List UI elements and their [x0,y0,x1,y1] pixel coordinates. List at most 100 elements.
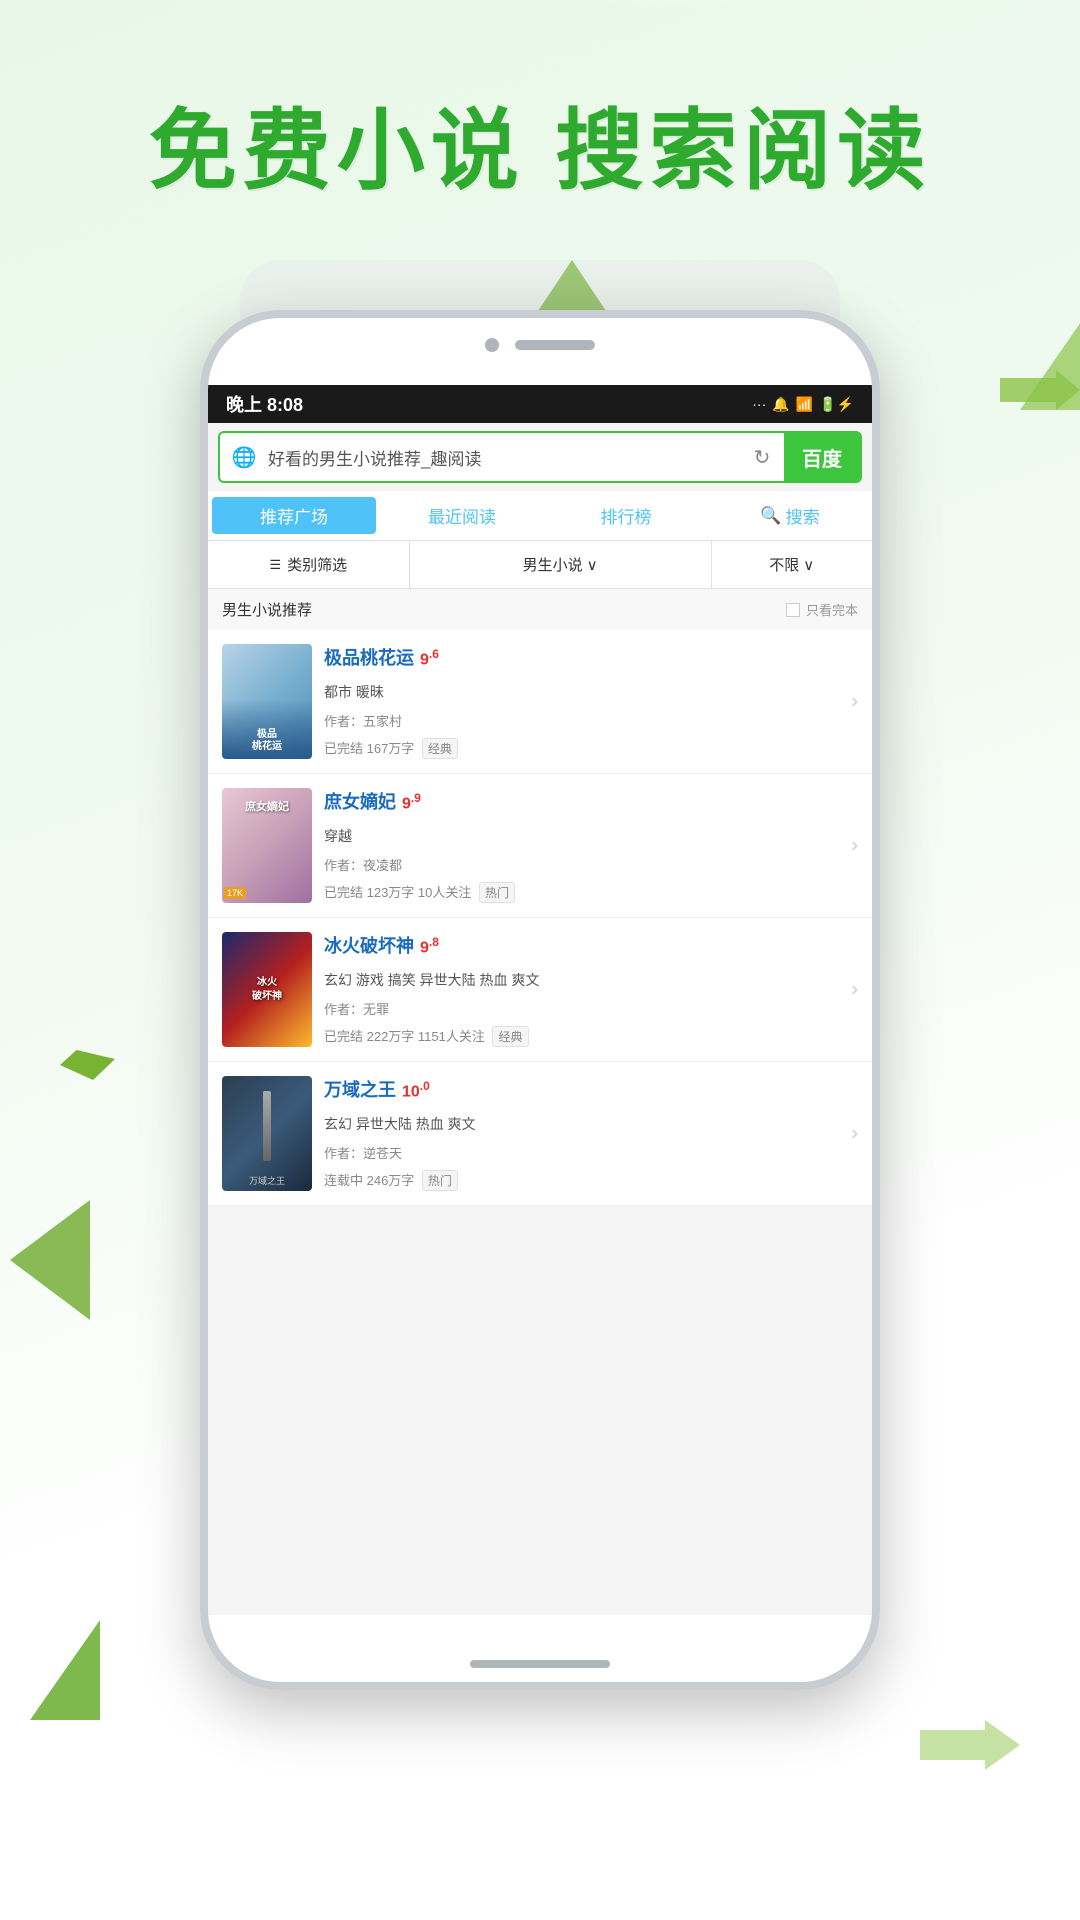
book-tags: 玄幻 游戏 搞笑 异世大陆 热血 爽文 [324,970,858,990]
book-item[interactable]: 庶女嫡妃 17K 庶女嫡妃 9.9 穿越 作者：夜凌都 已完结 123万字 10… [208,774,872,918]
book-rating: 9.8 [420,935,439,957]
chevron-right-icon: › [851,834,858,857]
book-title-row: 万域之王 10.0 [324,1076,858,1102]
book-title-row: 冰火破坏神 9.8 [324,932,858,958]
book-list: 极品桃花运 极品桃花运 9.6 都市 暖昧 作者：五家村 已完结 167万字 经… [208,630,872,1206]
complete-label: 只看完本 [806,600,858,619]
filter-limit-chevron: ∨ [803,556,814,574]
section-title: 男生小说推荐 [222,599,312,620]
book-item[interactable]: 万域之王 万域之王 10.0 玄幻 异世大陆 热血 爽文 作者：逆苍天 连载中 … [208,1062,872,1206]
filter-category-icon: ☰ [269,557,281,573]
refresh-icon[interactable]: ↻ [740,435,784,479]
book-info-4: 万域之王 10.0 玄幻 异世大陆 热血 爽文 作者：逆苍天 连载中 246万字… [312,1076,858,1191]
phone-top-bar [485,338,595,352]
tab-recent-label: 最近阅读 [428,503,496,528]
book-info-2: 庶女嫡妃 9.9 穿越 作者：夜凌都 已完结 123万字 10人关注 热门 [312,788,858,903]
book-info-3: 冰火破坏神 9.8 玄幻 游戏 搞笑 异世大陆 热血 爽文 作者：无罪 已完结 … [312,932,858,1047]
book-author: 作者：夜凌都 [324,855,858,874]
book-info-1: 极品桃花运 9.6 都市 暖昧 作者：五家村 已完结 167万字 经典 [312,644,858,759]
book-title: 冰火破坏神 [324,932,414,958]
book-rating: 9.6 [420,647,439,669]
book-cover-3: 冰火破坏神 [222,932,312,1047]
filter-type-label: 男生小说 [523,554,583,575]
bg-decor-arrow-bottom [920,1720,1020,1770]
filter-bar: ☰ 类别筛选 男生小说 ∨ 不限 ∨ [208,541,872,589]
phone-camera [485,338,499,352]
section-header: 男生小说推荐 只看完本 [208,589,872,630]
bg-decor-triangle-top [1020,280,1080,410]
cover-sword [263,1091,271,1161]
book-meta: 已完结 222万字 1151人关注 经典 [324,1026,858,1047]
cover-content: 冰火破坏神 [222,932,312,1047]
book-author: 作者：无罪 [324,999,858,1018]
phone-screen: 晚上 8:08 ··· 🔔 📶 🔋⚡ 🌐 好看的男生小说推荐_趣阅读 ↻ 百度 … [208,385,872,1615]
book-tags: 都市 暖昧 [324,682,858,702]
search-input[interactable]: 好看的男生小说推荐_趣阅读 [268,445,740,470]
book-meta: 已完结 123万字 10人关注 热门 [324,882,858,903]
phone-home-bar [470,1660,610,1668]
bg-decor-leaf-left [10,1200,90,1320]
book-meta: 连载中 246万字 热门 [324,1170,858,1191]
filter-category-label: 类别筛选 [287,554,347,575]
tab-search[interactable]: 🔍 搜索 [708,491,872,540]
book-title: 庶女嫡妃 [324,788,396,814]
battery-icon: 🔋⚡ [819,396,854,413]
filter-limit[interactable]: 不限 ∨ [712,541,872,588]
page-title: 免费小说 搜索阅读 [149,80,931,207]
tab-recommend-label: 推荐广场 [260,503,328,528]
book-badge: 经典 [492,1026,528,1047]
book-title: 万域之王 [324,1076,396,1102]
chevron-right-icon: › [851,1122,858,1145]
book-badge: 经典 [422,738,458,759]
cover-badge: 17K [224,887,246,899]
wifi-icon: 📶 [796,396,813,413]
book-tags: 玄幻 异世大陆 热血 爽文 [324,1114,858,1134]
tab-ranking[interactable]: 排行榜 [544,491,708,540]
book-author: 作者：逆苍天 [324,1143,858,1162]
phone-frame: 晚上 8:08 ··· 🔔 📶 🔋⚡ 🌐 好看的男生小说推荐_趣阅读 ↻ 百度 … [200,310,880,1690]
filter-category[interactable]: ☰ 类别筛选 [208,541,410,588]
book-cover-1: 极品桃花运 [222,644,312,759]
book-meta: 已完结 167万字 经典 [324,738,858,759]
filter-limit-label: 不限 [769,554,799,575]
search-bar[interactable]: 🌐 好看的男生小说推荐_趣阅读 ↻ 百度 [218,431,862,483]
book-tags: 穿越 [324,826,858,846]
chevron-right-icon: › [851,690,858,713]
book-title: 极品桃花运 [324,644,414,670]
nav-tabs: 推荐广场 最近阅读 排行榜 🔍 搜索 [208,491,872,541]
book-author: 作者：五家村 [324,711,858,730]
page-header: 免费小说 搜索阅读 [149,80,931,207]
book-item[interactable]: 冰火破坏神 冰火破坏神 9.8 玄幻 游戏 搞笑 异世大陆 热血 爽文 作者：无… [208,918,872,1062]
cover-text: 万域之王 [224,1174,310,1187]
book-title-row: 庶女嫡妃 9.9 [324,788,858,814]
complete-checkbox[interactable] [786,603,800,617]
tab-ranking-label: 排行榜 [601,503,652,528]
cover-text: 冰火破坏神 [252,976,282,1004]
book-cover-4: 万域之王 [222,1076,312,1191]
tab-recent[interactable]: 最近阅读 [380,491,544,540]
bg-decor-triangle-bottom-left [30,1620,100,1720]
book-cover-2: 庶女嫡妃 17K [222,788,312,903]
signal-icon: ··· [752,396,766,412]
status-bar: 晚上 8:08 ··· 🔔 📶 🔋⚡ [208,385,872,423]
search-nav-icon: 🔍 [760,506,781,526]
book-title-row: 极品桃花运 9.6 [324,644,858,670]
book-item[interactable]: 极品桃花运 极品桃花运 9.6 都市 暖昧 作者：五家村 已完结 167万字 经… [208,630,872,774]
tab-search-label: 搜索 [786,503,820,528]
chevron-right-icon: › [851,978,858,1001]
cover-title: 极品桃花运 [222,729,312,753]
phone-speaker [515,340,595,350]
tab-recommend[interactable]: 推荐广场 [212,497,376,534]
bg-decor-arrow-right [1000,370,1080,410]
status-time: 晚上 8:08 [226,391,303,417]
section-complete-filter[interactable]: 只看完本 [786,600,858,619]
book-badge: 热门 [422,1170,458,1191]
status-icons: ··· 🔔 📶 🔋⚡ [752,396,854,413]
bg-small-leaf [60,1050,115,1080]
book-rating: 9.9 [402,791,421,813]
book-rating: 10.0 [402,1079,430,1101]
bell-icon: 🔔 [772,396,789,413]
baidu-button[interactable]: 百度 [784,431,860,483]
filter-type[interactable]: 男生小说 ∨ [410,541,712,588]
filter-type-chevron: ∨ [587,556,598,574]
